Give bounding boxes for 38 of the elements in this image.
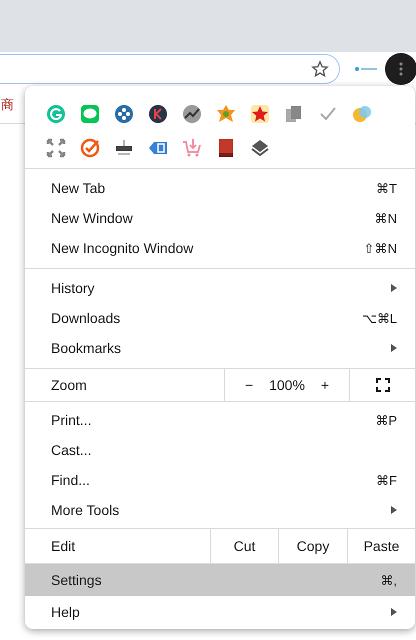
- menu-item[interactable]: Settings ⌘,: [25, 564, 415, 596]
- more-dots-icon: [399, 62, 403, 76]
- edit-action-button[interactable]: Copy: [279, 529, 348, 563]
- address-field[interactable]: [0, 54, 340, 84]
- menu-item[interactable]: New Tab ⌘T: [25, 173, 415, 203]
- star-icon[interactable]: [311, 60, 329, 78]
- edit-action-button[interactable]: Cut: [211, 529, 279, 563]
- expand-arrows-icon[interactable]: [46, 138, 66, 158]
- star-icon[interactable]: [250, 104, 270, 124]
- menu-item[interactable]: Bookmarks: [25, 333, 415, 363]
- layers-icon[interactable]: [250, 138, 270, 158]
- extension-icon[interactable]: [354, 65, 378, 73]
- chat-bubble-icon[interactable]: [80, 104, 100, 124]
- menu-item[interactable]: New Window ⌘N: [25, 203, 415, 233]
- dark-circle-icon[interactable]: [148, 104, 168, 124]
- menu-item[interactable]: Print... ⌘P: [25, 405, 415, 435]
- menu-item[interactable]: Help: [25, 596, 415, 628]
- edit-action-button[interactable]: Paste: [348, 529, 415, 563]
- menu-item[interactable]: History: [25, 273, 415, 303]
- zoom-level: 100%: [269, 377, 305, 393]
- burst-badge-icon[interactable]: [216, 104, 236, 124]
- menu-item[interactable]: Find... ⌘F: [25, 465, 415, 495]
- pages-icon[interactable]: [284, 104, 304, 124]
- menu-button[interactable]: [385, 53, 416, 85]
- menu-item[interactable]: Cast...: [25, 435, 415, 465]
- zoom-in-button[interactable]: +: [316, 377, 334, 393]
- check-circle-icon[interactable]: [80, 138, 100, 158]
- edit-label: Edit: [25, 529, 211, 563]
- menu-item[interactable]: Downloads ⌥⌘L: [25, 303, 415, 333]
- cart-icon[interactable]: [182, 138, 202, 158]
- dots-circle-icon[interactable]: [114, 104, 134, 124]
- book-icon[interactable]: [216, 138, 236, 158]
- menu-item[interactable]: More Tools: [25, 495, 415, 525]
- fullscreen-icon[interactable]: [376, 378, 390, 392]
- menu-item[interactable]: New Incognito Window ⇧⌘N: [25, 233, 415, 263]
- zoom-out-button[interactable]: −: [240, 377, 258, 393]
- zoom-label: Zoom: [25, 369, 225, 401]
- page-text: 商: [1, 97, 14, 112]
